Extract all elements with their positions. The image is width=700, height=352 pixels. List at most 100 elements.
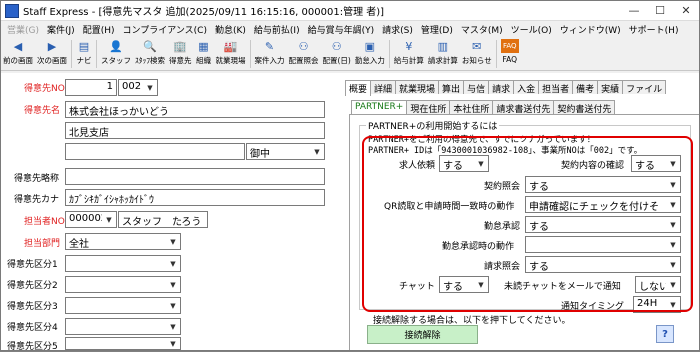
- toolbar-button-0[interactable]: ◀ 前の画面: [1, 38, 35, 70]
- chevron-down-icon: ▼: [166, 298, 180, 313]
- subtab-2[interactable]: 本社住所: [449, 100, 494, 115]
- toolbar-button-11[interactable]: ▣ 勤怠入力: [353, 38, 387, 70]
- dept-select[interactable]: 全社 ▼: [65, 233, 181, 250]
- class3-label: 得意先区分3: [7, 302, 58, 312]
- client-name-line3-field[interactable]: [65, 143, 245, 160]
- toolbar-button-14[interactable]: ✉ お知らせ: [460, 38, 494, 70]
- toolbar-label-7: 就業現場: [215, 56, 246, 65]
- attendance-entry-icon: ▣: [364, 39, 376, 53]
- staff-no-label: 担当者NO: [24, 217, 65, 227]
- staff-icon: 👤: [109, 39, 123, 53]
- app-logo-icon: [5, 3, 19, 18]
- tab-6[interactable]: 入金: [513, 80, 540, 95]
- window-title: Staff Express - [得意先マスタ 追加(2025/09/11 16…: [23, 7, 385, 18]
- client-kana-field[interactable]: ｶﾌﾞｼｷｶﾞｲｼｬﾎｯｶｲﾄﾞｳ: [65, 189, 325, 206]
- chevron-down-icon: ▼: [166, 256, 180, 271]
- tab-3[interactable]: 算出: [438, 80, 465, 95]
- menu-item-9[interactable]: マスタ(M): [457, 23, 507, 36]
- class1-select[interactable]: ▼: [65, 255, 181, 272]
- form-area: 得意先NO 1 002 ▼ 得意先名 株式会社ほっかいどう 北見支店 御中 ▼ 得意…: [1, 73, 699, 352]
- class3-select[interactable]: ▼: [65, 297, 181, 314]
- assignment-daily-icon: ⚇: [331, 39, 342, 53]
- menu-item-7[interactable]: 請求(S): [378, 23, 417, 36]
- menu-item-6[interactable]: 給与賞与年調(Y): [304, 23, 379, 36]
- menu-item-0[interactable]: 営業(G): [3, 23, 43, 36]
- toolbar-button-4[interactable]: 🔍 ｽﾀｯﾌ検索: [133, 38, 167, 70]
- toolbar-button-12[interactable]: ¥ 給与計算: [392, 38, 426, 70]
- menu-item-10[interactable]: ツール(O): [507, 23, 556, 36]
- menu-item-11[interactable]: ウィンドウ(W): [556, 23, 625, 36]
- help-icon[interactable]: ?: [656, 325, 674, 343]
- toolbar-label-3: スタッフ: [101, 56, 131, 65]
- toolbar-button-9[interactable]: ⚇ 配置照会: [287, 38, 321, 70]
- client-branch-select[interactable]: 002 ▼: [118, 79, 158, 96]
- subtab-4[interactable]: 契約書送付先: [553, 100, 616, 115]
- toolbar-button-13[interactable]: ▥ 請求計算: [426, 38, 460, 70]
- job-entry-icon: ✎: [264, 39, 275, 53]
- class5-select[interactable]: ▼: [65, 337, 181, 350]
- minimize-icon[interactable]: —: [621, 1, 647, 20]
- client-name-line2-field[interactable]: 北見支店: [65, 122, 325, 139]
- menu-item-3[interactable]: コンプライアンス(C): [118, 23, 211, 36]
- honorific-select[interactable]: 御中 ▼: [246, 143, 325, 160]
- client-alias-field[interactable]: [65, 168, 325, 185]
- disconnect-button[interactable]: 接続解除: [367, 325, 478, 344]
- close-icon[interactable]: ✕: [673, 1, 699, 20]
- toolbar-label-6: 組織: [196, 56, 211, 65]
- toolbar-button-3[interactable]: 👤 スタッフ: [99, 38, 133, 70]
- toolbar-button-2[interactable]: ▤ ナビ: [74, 38, 94, 70]
- partner-group-title: PARTNER+の利用開始するには: [366, 119, 500, 132]
- tab-5[interactable]: 請求: [488, 80, 515, 95]
- toolbar-separator: [388, 40, 390, 68]
- dept-value: 全社: [69, 239, 89, 250]
- menu-item-1[interactable]: 案件(J): [43, 23, 79, 36]
- tab-2[interactable]: 就業現場: [395, 80, 440, 95]
- chevron-down-icon: ▼: [310, 144, 324, 159]
- client-name-field[interactable]: 株式会社ほっかいどう: [65, 101, 325, 118]
- class1-label: 得意先区分1: [7, 260, 58, 270]
- staff-no-select[interactable]: 000002 ▼: [65, 211, 117, 228]
- chevron-down-icon: ▼: [166, 338, 180, 349]
- toolbar-label-5: 得意先: [169, 56, 192, 65]
- tab-7[interactable]: 担当者: [538, 80, 574, 95]
- menu-item-2[interactable]: 配置(H): [79, 23, 119, 36]
- tab-4[interactable]: 与信: [463, 80, 490, 95]
- chevron-down-icon: ▼: [102, 212, 116, 227]
- tab-9[interactable]: 実績: [597, 80, 624, 95]
- class4-label: 得意先区分4: [7, 323, 58, 333]
- tab-1[interactable]: 詳細: [370, 80, 397, 95]
- highlight-box: [362, 136, 693, 312]
- toolbar-button-8[interactable]: ✎ 案件入力: [253, 38, 287, 70]
- class2-label: 得意先区分2: [7, 281, 58, 291]
- toolbar: ◀ 前の画面 ▶ 次の画面 ▤ ナビ 👤 スタッフ 🔍 ｽﾀｯﾌ検索 🏢 得意先 ▦ 組織 🏭 就業現場 ✎ 案件…: [1, 37, 699, 71]
- tab-10[interactable]: ファイル: [622, 80, 667, 95]
- subtab-1[interactable]: 現在住所: [406, 100, 451, 115]
- toolbar-button-10[interactable]: ⚇ 配置(日): [321, 38, 353, 70]
- menu-item-5[interactable]: 給与前払(I): [250, 23, 304, 36]
- menu-item-12[interactable]: サポート(H): [625, 23, 683, 36]
- toolbar-button-6[interactable]: ▦ 組織: [194, 38, 214, 70]
- navi-icon: ▤: [78, 39, 90, 53]
- toolbar-label-0: 前の画面: [3, 56, 33, 65]
- maximize-icon[interactable]: ☐: [647, 1, 673, 20]
- toolbar-button-15[interactable]: FAQ FAQ: [499, 38, 521, 70]
- chevron-down-icon: ▼: [166, 319, 180, 334]
- class4-select[interactable]: ▼: [65, 318, 181, 335]
- subtab-0[interactable]: PARTNER+: [351, 100, 408, 115]
- toolbar-button-7[interactable]: 🏭 就業現場: [214, 38, 248, 70]
- class2-select[interactable]: ▼: [65, 276, 181, 293]
- toolbar-button-5[interactable]: 🏢 得意先: [167, 38, 194, 70]
- main-tabs: 概要 詳細 就業現場 算出 与信 請求 入金 担当者 備考 実績 ファイル: [345, 80, 667, 96]
- menu-bar: 営業(G) 案件(J) 配置(H) コンプライアンス(C) 勤怠(K) 給与前払(I) 給与…: [1, 21, 699, 37]
- tab-0[interactable]: 概要: [345, 80, 372, 96]
- client-no-field[interactable]: 1: [65, 79, 117, 96]
- toolbar-label-2: ナビ: [76, 56, 92, 65]
- subtab-3[interactable]: 請求書送付先: [492, 100, 555, 115]
- toolbar-label-13: 請求計算: [427, 56, 458, 65]
- toolbar-button-1[interactable]: ▶ 次の画面: [35, 38, 69, 70]
- chevron-down-icon: ▼: [143, 80, 157, 95]
- toolbar-separator: [71, 40, 72, 68]
- tab-8[interactable]: 備考: [572, 80, 599, 95]
- menu-item-8[interactable]: 管理(D): [417, 23, 457, 36]
- menu-item-4[interactable]: 勤怠(K): [211, 23, 250, 36]
